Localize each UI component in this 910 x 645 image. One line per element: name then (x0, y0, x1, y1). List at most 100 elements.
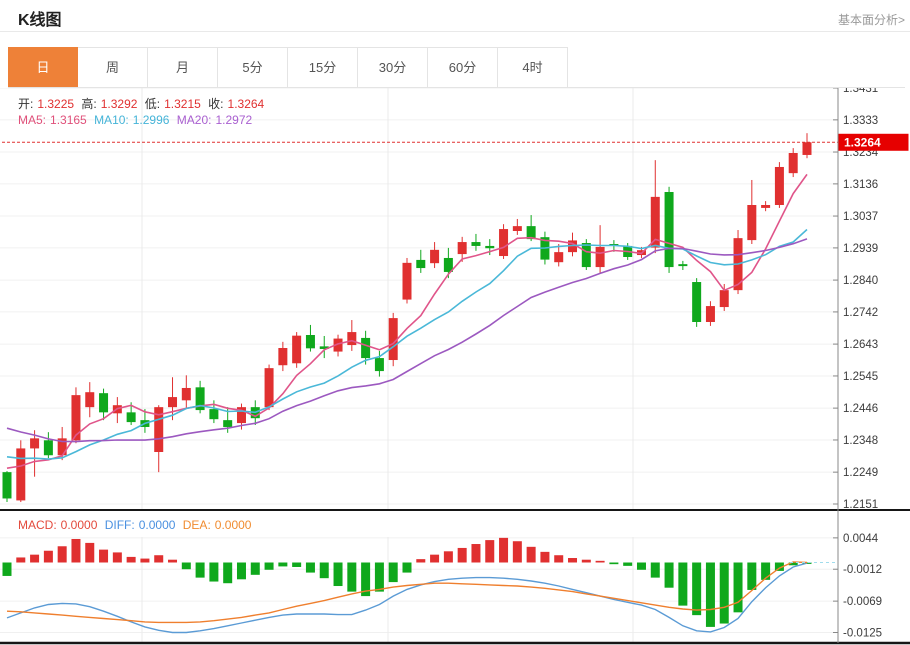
candle[interactable] (127, 412, 136, 422)
macd-bar[interactable] (513, 541, 522, 562)
macd-bar[interactable] (582, 560, 591, 563)
candle[interactable] (430, 250, 439, 263)
tab-5分[interactable]: 5分 (218, 47, 288, 87)
macd-bar[interactable] (320, 563, 329, 579)
macd-bar[interactable] (734, 563, 743, 613)
macd-bar[interactable] (761, 563, 770, 580)
candle[interactable] (471, 242, 480, 246)
macd-bar[interactable] (540, 552, 549, 563)
macd-bar[interactable] (720, 563, 729, 624)
macd-bar[interactable] (306, 563, 315, 573)
candle[interactable] (347, 332, 356, 345)
macd-bar[interactable] (154, 555, 163, 562)
candle[interactable] (361, 338, 370, 358)
macd-bar[interactable] (430, 555, 439, 563)
kline-chart-svg[interactable]: 1.34311.33331.32341.31361.30371.29391.28… (0, 88, 910, 645)
macd-bar[interactable] (237, 563, 246, 580)
macd-bar[interactable] (265, 563, 274, 570)
macd-bar[interactable] (623, 563, 632, 566)
candle[interactable] (375, 358, 384, 371)
tab-30分[interactable]: 30分 (358, 47, 428, 87)
macd-bar[interactable] (375, 563, 384, 592)
candle[interactable] (30, 438, 39, 448)
candle[interactable] (416, 260, 425, 268)
candle[interactable] (182, 388, 191, 400)
candle[interactable] (499, 229, 508, 256)
macd-bar[interactable] (692, 563, 701, 616)
candle[interactable] (596, 247, 605, 267)
tab-月[interactable]: 月 (148, 47, 218, 87)
macd-bar[interactable] (168, 560, 177, 563)
macd-bar[interactable] (402, 563, 411, 573)
candle[interactable] (16, 448, 25, 500)
candle[interactable] (209, 409, 218, 419)
candle[interactable] (402, 263, 411, 300)
macd-bar[interactable] (554, 555, 563, 562)
macd-bar[interactable] (85, 543, 94, 563)
macd-bar[interactable] (30, 555, 39, 563)
macd-bar[interactable] (127, 557, 136, 563)
candle[interactable] (44, 440, 53, 455)
macd-bar[interactable] (527, 547, 536, 563)
macd-bar[interactable] (678, 563, 687, 606)
candle[interactable] (306, 335, 315, 348)
candle[interactable] (665, 192, 674, 267)
macd-bar[interactable] (609, 563, 618, 565)
macd-bar[interactable] (58, 546, 67, 562)
macd-bar[interactable] (651, 563, 660, 578)
candle[interactable] (168, 397, 177, 407)
macd-bar[interactable] (278, 563, 287, 567)
candle[interactable] (789, 153, 798, 173)
macd-bar[interactable] (444, 551, 453, 562)
macd-bar[interactable] (292, 563, 301, 567)
macd-bar[interactable] (637, 563, 646, 570)
macd-bar[interactable] (596, 561, 605, 563)
macd-bar[interactable] (568, 558, 577, 562)
macd-bar[interactable] (471, 544, 480, 562)
macd-bar[interactable] (182, 563, 191, 570)
candle[interactable] (85, 392, 94, 407)
macd-bar[interactable] (499, 538, 508, 563)
macd-bar[interactable] (665, 563, 674, 588)
candle[interactable] (775, 167, 784, 205)
macd-bar[interactable] (251, 563, 260, 575)
candle[interactable] (485, 246, 494, 248)
candle[interactable] (802, 142, 811, 155)
candle[interactable] (706, 306, 715, 322)
macd-bar[interactable] (347, 563, 356, 592)
macd-bar[interactable] (706, 563, 715, 627)
macd-bar[interactable] (485, 540, 494, 562)
tab-周[interactable]: 周 (78, 47, 148, 87)
macd-bar[interactable] (3, 563, 12, 576)
tab-4时[interactable]: 4时 (498, 47, 568, 87)
candle[interactable] (513, 226, 522, 231)
candle[interactable] (720, 290, 729, 307)
kline-chart[interactable]: 1.34311.33331.32341.31361.30371.29391.28… (0, 88, 910, 645)
tab-日[interactable]: 日 (8, 47, 78, 87)
macd-bar[interactable] (209, 563, 218, 582)
candle[interactable] (692, 282, 701, 322)
tab-15分[interactable]: 15分 (288, 47, 358, 87)
macd-bar[interactable] (44, 551, 53, 563)
candle[interactable] (278, 348, 287, 365)
macd-bar[interactable] (16, 557, 25, 562)
macd-bar[interactable] (196, 563, 205, 578)
candle[interactable] (678, 264, 687, 266)
candle[interactable] (99, 393, 108, 412)
macd-bar[interactable] (747, 563, 756, 590)
macd-bar[interactable] (71, 539, 80, 563)
fundamental-analysis-link[interactable]: 基本面分析> (838, 11, 905, 28)
candle[interactable] (292, 336, 301, 364)
macd-bar[interactable] (140, 559, 149, 563)
tab-60分[interactable]: 60分 (428, 47, 498, 87)
macd-bar[interactable] (99, 550, 108, 563)
candle[interactable] (582, 243, 591, 267)
candle[interactable] (223, 420, 232, 427)
macd-bar[interactable] (223, 563, 232, 584)
candle[interactable] (747, 205, 756, 240)
macd-bar[interactable] (334, 563, 343, 587)
candle[interactable] (761, 205, 770, 208)
candle[interactable] (554, 252, 563, 262)
macd-bar[interactable] (416, 559, 425, 562)
candle[interactable] (458, 242, 467, 254)
